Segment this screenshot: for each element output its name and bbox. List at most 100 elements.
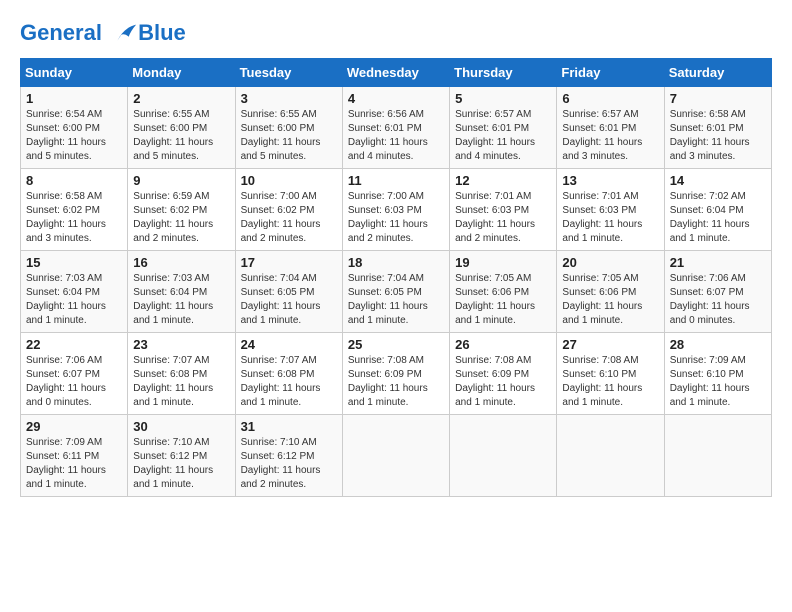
day-info: Sunrise: 7:09 AMSunset: 6:11 PMDaylight:… <box>26 436 122 492</box>
calendar-cell: 31Sunrise: 7:10 AMSunset: 6:12 PMDayligh… <box>235 415 342 497</box>
sunset-line: Sunset: 6:02 PM <box>133 205 207 216</box>
day-number: 1 <box>26 91 122 106</box>
calendar-cell: 18Sunrise: 7:04 AMSunset: 6:05 PMDayligh… <box>342 251 449 333</box>
day-number: 21 <box>670 255 766 270</box>
sunrise-line: Sunrise: 7:05 AM <box>455 273 531 284</box>
day-info: Sunrise: 7:00 AMSunset: 6:03 PMDaylight:… <box>348 190 444 246</box>
day-info: Sunrise: 6:55 AMSunset: 6:00 PMDaylight:… <box>241 108 337 164</box>
daylight-line: Daylight: 11 hours and 3 minutes. <box>562 137 642 162</box>
sunset-line: Sunset: 6:05 PM <box>348 287 422 298</box>
logo-general: General <box>20 20 102 45</box>
sunrise-line: Sunrise: 7:00 AM <box>348 191 424 202</box>
sunset-line: Sunset: 6:09 PM <box>348 369 422 380</box>
sunset-line: Sunset: 6:08 PM <box>133 369 207 380</box>
day-info: Sunrise: 6:57 AMSunset: 6:01 PMDaylight:… <box>562 108 658 164</box>
daylight-line: Daylight: 11 hours and 1 minute. <box>241 301 321 326</box>
week-row-5: 29 Sunrise: 7:09 AMSunset: 6:11 PMDayligh… <box>21 415 772 497</box>
calendar-cell <box>557 415 664 497</box>
sunrise-line: Sunrise: 6:54 AM <box>26 109 102 120</box>
day-number: 23 <box>133 337 229 352</box>
sunset-line: Sunset: 6:02 PM <box>241 205 315 216</box>
calendar-cell: 19Sunrise: 7:05 AMSunset: 6:06 PMDayligh… <box>450 251 557 333</box>
sunset-line: Sunset: 6:03 PM <box>562 205 636 216</box>
daylight-line: Daylight: 11 hours and 1 minute. <box>562 219 642 244</box>
day-number: 9 <box>133 173 229 188</box>
daylight-line: Daylight: 11 hours and 5 minutes. <box>241 137 321 162</box>
day-info: Sunrise: 7:08 AMSunset: 6:09 PMDaylight:… <box>455 354 551 410</box>
daylight-line: Daylight: 11 hours and 1 minute. <box>133 465 213 490</box>
day-number: 30 <box>133 419 229 434</box>
daylight-line: Daylight: 11 hours and 5 minutes. <box>26 137 106 162</box>
calendar-cell: 29 Sunrise: 7:09 AMSunset: 6:11 PMDayligh… <box>21 415 128 497</box>
sunrise-line: Sunrise: 6:59 AM <box>133 191 209 202</box>
calendar-cell: 25Sunrise: 7:08 AMSunset: 6:09 PMDayligh… <box>342 333 449 415</box>
sunrise-line: Sunrise: 7:07 AM <box>241 355 317 366</box>
day-number: 28 <box>670 337 766 352</box>
calendar-cell: 4 Sunrise: 6:56 AM Sunset: 6:01 PM Daylight… <box>342 87 449 169</box>
sunset-line: Sunset: 6:06 PM <box>562 287 636 298</box>
day-number: 4 <box>348 91 444 106</box>
sunset-line: Sunset: 6:00 PM <box>241 123 315 134</box>
sunset-line: Sunset: 6:07 PM <box>26 369 100 380</box>
day-info: Sunrise: 6:58 AMSunset: 6:02 PMDaylight:… <box>26 190 122 246</box>
calendar-cell: 2Sunrise: 6:55 AMSunset: 6:00 PMDaylight… <box>128 87 235 169</box>
daylight-line: Daylight: 11 hours and 4 minutes. <box>348 137 428 162</box>
sunset-line: Sunset: 6:01 PM <box>348 123 422 134</box>
sunset-line: Sunset: 6:10 PM <box>670 369 744 380</box>
sunset-line: Sunset: 6:00 PM <box>133 123 207 134</box>
day-number: 29 <box>26 419 122 434</box>
sunrise-line: Sunrise: 6:56 AM <box>348 109 424 120</box>
week-row-1: 1Sunrise: 6:54 AMSunset: 6:00 PMDaylight… <box>21 87 772 169</box>
weekday-monday: Monday <box>128 59 235 87</box>
calendar-cell: 21Sunrise: 7:06 AMSunset: 6:07 PMDayligh… <box>664 251 771 333</box>
calendar-cell: 1 Sunrise: 6:54 AMSunset: 6:00 PMDaylight… <box>21 87 128 169</box>
daylight-line: Daylight: 11 hours and 4 minutes. <box>455 137 535 162</box>
sunrise-line: Sunrise: 7:08 AM <box>348 355 424 366</box>
calendar-cell: 27Sunrise: 7:08 AMSunset: 6:10 PMDayligh… <box>557 333 664 415</box>
day-info: Sunrise: 7:08 AMSunset: 6:09 PMDaylight:… <box>348 354 444 410</box>
day-info: Sunrise: 6:54 AMSunset: 6:00 PMDaylight:… <box>26 108 122 164</box>
daylight-line: Daylight: 11 hours and 0 minutes. <box>26 383 106 408</box>
calendar-cell: 3Sunrise: 6:55 AMSunset: 6:00 PMDaylight… <box>235 87 342 169</box>
calendar-cell <box>664 415 771 497</box>
daylight-line: Daylight: 11 hours and 1 minute. <box>241 383 321 408</box>
weekday-wednesday: Wednesday <box>342 59 449 87</box>
calendar-cell: 14Sunrise: 7:02 AMSunset: 6:04 PMDayligh… <box>664 169 771 251</box>
weekday-friday: Friday <box>557 59 664 87</box>
daylight-line: Daylight: 11 hours and 1 minute. <box>455 383 535 408</box>
week-row-4: 22Sunrise: 7:06 AMSunset: 6:07 PMDayligh… <box>21 333 772 415</box>
sunrise-line: Sunrise: 7:04 AM <box>241 273 317 284</box>
day-number: 7 <box>670 91 766 106</box>
calendar-cell: 6Sunrise: 6:57 AMSunset: 6:01 PMDaylight… <box>557 87 664 169</box>
day-info: Sunrise: 6:55 AMSunset: 6:00 PMDaylight:… <box>133 108 229 164</box>
day-number: 16 <box>133 255 229 270</box>
logo: General Blue <box>20 20 186 48</box>
calendar-cell: 22Sunrise: 7:06 AMSunset: 6:07 PMDayligh… <box>21 333 128 415</box>
sunset-line: Sunset: 6:07 PM <box>670 287 744 298</box>
day-info: Sunrise: 7:10 AMSunset: 6:12 PMDaylight:… <box>133 436 229 492</box>
calendar-body: 1Sunrise: 6:54 AMSunset: 6:00 PMDaylight… <box>21 87 772 497</box>
sunset-line: Sunset: 6:03 PM <box>348 205 422 216</box>
calendar-cell: 23 Sunrise: 7:07 AMSunset: 6:08 PMDayligh… <box>128 333 235 415</box>
week-row-2: 8 Sunrise: 6:58 AMSunset: 6:02 PMDaylight… <box>21 169 772 251</box>
daylight-line: Daylight: 11 hours and 1 minute. <box>26 301 106 326</box>
day-info: Sunrise: 7:09 AMSunset: 6:10 PMDaylight:… <box>670 354 766 410</box>
day-info: Sunrise: 7:06 AMSunset: 6:07 PMDaylight:… <box>26 354 122 410</box>
day-number: 14 <box>670 173 766 188</box>
day-number: 20 <box>562 255 658 270</box>
sunset-line: Sunset: 6:04 PM <box>133 287 207 298</box>
day-number: 31 <box>241 419 337 434</box>
sunrise-line: Sunrise: 6:57 AM <box>455 109 531 120</box>
sunrise-line: Sunrise: 7:03 AM <box>26 273 102 284</box>
day-info: Sunrise: 7:08 AMSunset: 6:10 PMDaylight:… <box>562 354 658 410</box>
day-number: 8 <box>26 173 122 188</box>
calendar-table: SundayMondayTuesdayWednesdayThursdayFrid… <box>20 58 772 497</box>
calendar-cell: 16Sunrise: 7:03 AMSunset: 6:04 PMDayligh… <box>128 251 235 333</box>
day-number: 13 <box>562 173 658 188</box>
daylight-line: Daylight: 11 hours and 1 minute. <box>670 219 750 244</box>
sunset-line: Sunset: 6:03 PM <box>455 205 529 216</box>
day-number: 25 <box>348 337 444 352</box>
calendar-cell: 13Sunrise: 7:01 AMSunset: 6:03 PMDayligh… <box>557 169 664 251</box>
day-info: Sunrise: 7:07 AMSunset: 6:08 PMDaylight:… <box>133 354 229 410</box>
daylight-line: Daylight: 11 hours and 2 minutes. <box>133 219 213 244</box>
